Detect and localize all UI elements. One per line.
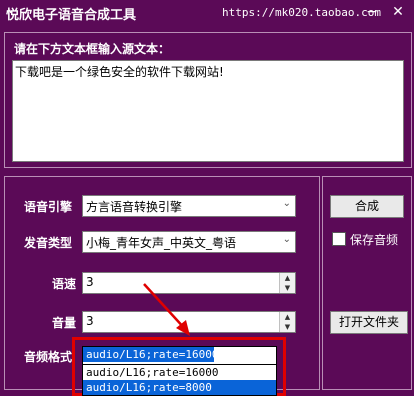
spin-down-icon[interactable]: ▼	[280, 283, 295, 293]
save-audio-checkbox[interactable]	[332, 232, 346, 246]
engine-label: 语音引擎	[24, 200, 73, 214]
volume-label: 音量	[52, 316, 77, 330]
format-option[interactable]: audio/L16;rate=16000	[83, 365, 276, 380]
source-text-label: 请在下方文本框输入源文本：	[14, 42, 171, 56]
chevron-down-icon: ⌄	[282, 234, 291, 245]
speed-value: 3	[86, 275, 94, 289]
spin-down-icon[interactable]: ▼	[280, 322, 295, 332]
spin-up-icon[interactable]: ▲	[280, 273, 295, 283]
source-text-value: 下载吧是一个绿色安全的软件下载网站!	[15, 65, 224, 79]
voice-label: 发音类型	[24, 236, 73, 250]
window-url: https://mk020.taobao.com	[222, 6, 381, 19]
window-title: 悦欣电子语音合成工具	[6, 8, 137, 23]
format-dropdown-list: audio/L16;rate=16000 audio/L16;rate=8000	[82, 364, 277, 396]
synthesize-button[interactable]: 合成	[330, 195, 404, 218]
format-value: audio/L16;rate=16000	[83, 347, 218, 362]
format-option[interactable]: audio/L16;rate=8000	[83, 380, 276, 395]
spin-up-icon[interactable]: ▲	[280, 312, 295, 322]
source-text-input[interactable]: 下载吧是一个绿色安全的软件下载网站!	[12, 60, 404, 162]
speed-label: 语速	[52, 277, 77, 291]
engine-select[interactable]: 方言语音转换引擎 ⌄	[82, 195, 296, 217]
open-folder-button[interactable]: 打开文件夹	[330, 311, 408, 334]
voice-value: 小梅_青年女声_中英文_粤语	[86, 236, 237, 250]
annotation-arrow-icon	[143, 283, 190, 336]
chevron-down-icon: ⌄	[282, 198, 291, 209]
title-bar: 悦欣电子语音合成工具 https://mk020.taobao.com − ✕	[0, 0, 414, 26]
save-audio-label: 保存音频	[350, 233, 399, 247]
format-label: 音频格式	[24, 350, 73, 364]
engine-value: 方言语音转换引擎	[86, 200, 183, 214]
close-icon[interactable]: ✕	[388, 3, 408, 21]
format-select[interactable]: audio/L16;rate=16000	[82, 346, 277, 365]
minimize-icon[interactable]: −	[362, 3, 382, 21]
volume-value: 3	[86, 314, 94, 328]
voice-select[interactable]: 小梅_青年女声_中英文_粤语 ⌄	[82, 231, 296, 253]
